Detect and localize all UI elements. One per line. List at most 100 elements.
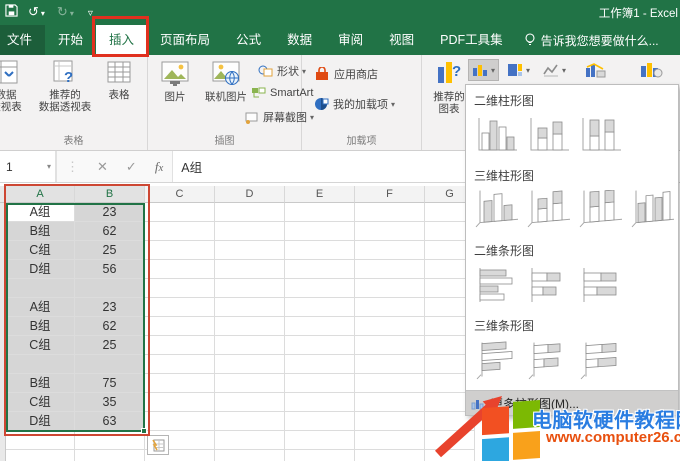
- cell[interactable]: [285, 203, 355, 222]
- cell[interactable]: 25: [75, 336, 145, 355]
- chart-thumb-col2-stacked-icon[interactable]: [525, 114, 571, 154]
- cell[interactable]: [215, 412, 285, 431]
- cell[interactable]: 23: [75, 298, 145, 317]
- cell[interactable]: [75, 431, 145, 450]
- recommended-pivottables-button[interactable]: ? 推荐的 数据透视表: [34, 59, 96, 113]
- cell[interactable]: [355, 374, 425, 393]
- cell[interactable]: 25: [75, 241, 145, 260]
- cell[interactable]: [425, 450, 475, 461]
- cell[interactable]: B组: [6, 222, 75, 241]
- store-button[interactable]: 应用商店: [314, 66, 378, 82]
- cell[interactable]: [145, 260, 215, 279]
- cell[interactable]: B组: [6, 317, 75, 336]
- tab-data[interactable]: 数据: [274, 25, 325, 55]
- cell[interactable]: [145, 298, 215, 317]
- shapes-button[interactable]: 形状▾: [258, 63, 306, 79]
- tab-pdf-tools[interactable]: PDF工具集: [427, 25, 516, 55]
- name-box[interactable]: 1 ▾: [0, 151, 57, 182]
- redo-icon[interactable]: ↻▾: [52, 0, 81, 26]
- cell[interactable]: [215, 222, 285, 241]
- chart-thumb-col3-wide-icon[interactable]: [629, 189, 675, 229]
- cell[interactable]: [285, 222, 355, 241]
- cell[interactable]: [215, 355, 285, 374]
- cell[interactable]: [355, 317, 425, 336]
- chart-thumb-col2-clustered-icon[interactable]: [473, 114, 519, 154]
- cell[interactable]: [215, 317, 285, 336]
- cell[interactable]: B组: [6, 374, 75, 393]
- cell[interactable]: [145, 412, 215, 431]
- table-button[interactable]: 表格: [96, 59, 142, 101]
- cell[interactable]: [215, 298, 285, 317]
- cell[interactable]: [145, 279, 215, 298]
- cell[interactable]: A组: [6, 298, 75, 317]
- cell[interactable]: [355, 450, 425, 461]
- cell[interactable]: [285, 374, 355, 393]
- cell[interactable]: A组: [6, 203, 75, 222]
- cell[interactable]: [355, 393, 425, 412]
- cell[interactable]: [215, 279, 285, 298]
- tab-page-layout[interactable]: 页面布局: [147, 25, 223, 55]
- cell[interactable]: [285, 450, 355, 461]
- cell[interactable]: [355, 222, 425, 241]
- cell[interactable]: [215, 431, 285, 450]
- cell[interactable]: [145, 374, 215, 393]
- menu-item-more-column-charts[interactable]: 更多柱形图(M)...: [466, 390, 678, 415]
- cell[interactable]: C组: [6, 241, 75, 260]
- cell[interactable]: 75: [75, 374, 145, 393]
- column-header-F[interactable]: F: [355, 186, 425, 203]
- tab-view[interactable]: 视图: [376, 25, 427, 55]
- cell[interactable]: 23: [75, 203, 145, 222]
- cell[interactable]: [355, 298, 425, 317]
- chart-thumb-bar2-clustered-icon[interactable]: [473, 264, 519, 304]
- insert-column-chart-button[interactable]: ▾: [468, 59, 499, 81]
- insert-pivotchart-button[interactable]: [637, 59, 667, 81]
- cancel-icon[interactable]: ✕: [88, 159, 117, 175]
- insert-combo-chart-button[interactable]: [582, 59, 610, 81]
- cell[interactable]: [145, 393, 215, 412]
- cell[interactable]: [285, 336, 355, 355]
- cell[interactable]: [145, 336, 215, 355]
- cell[interactable]: [285, 431, 355, 450]
- cell[interactable]: D组: [6, 412, 75, 431]
- tab-file[interactable]: 文件: [0, 25, 45, 55]
- cell[interactable]: [355, 260, 425, 279]
- column-header-A[interactable]: A: [6, 186, 75, 203]
- cell[interactable]: [145, 203, 215, 222]
- tab-home[interactable]: 开始: [45, 25, 96, 55]
- chart-thumb-col3-100-icon[interactable]: [577, 189, 623, 229]
- customize-quick-access-icon[interactable]: ▿: [81, 0, 100, 26]
- online-pictures-button[interactable]: 联机图片: [198, 59, 254, 103]
- cell[interactable]: [355, 279, 425, 298]
- cell[interactable]: [355, 431, 425, 450]
- cell[interactable]: [215, 374, 285, 393]
- cell[interactable]: [6, 279, 75, 298]
- my-addins-button[interactable]: 我的加载项▾: [314, 96, 395, 112]
- cell[interactable]: [285, 317, 355, 336]
- cell[interactable]: 62: [75, 317, 145, 336]
- tab-review[interactable]: 审阅: [325, 25, 376, 55]
- cell[interactable]: [355, 412, 425, 431]
- cell[interactable]: [285, 355, 355, 374]
- tab-insert[interactable]: 插入: [96, 25, 147, 55]
- cell[interactable]: [75, 279, 145, 298]
- cell[interactable]: [285, 412, 355, 431]
- pivottable-button[interactable]: 数据 透视表: [0, 59, 32, 113]
- chart-thumb-col2-100-icon[interactable]: [577, 114, 623, 154]
- cell[interactable]: [215, 336, 285, 355]
- chart-thumb-bar3-clustered-icon[interactable]: [473, 339, 519, 379]
- cell[interactable]: 35: [75, 393, 145, 412]
- tab-formulas[interactable]: 公式: [223, 25, 274, 55]
- cell[interactable]: [215, 260, 285, 279]
- cell[interactable]: 56: [75, 260, 145, 279]
- cell[interactable]: 63: [75, 412, 145, 431]
- column-header-E[interactable]: E: [285, 186, 355, 203]
- column-header-D[interactable]: D: [215, 186, 285, 203]
- cell[interactable]: [145, 317, 215, 336]
- cell[interactable]: [215, 393, 285, 412]
- chart-thumb-col3-stacked-icon[interactable]: [525, 189, 571, 229]
- cell[interactable]: [285, 298, 355, 317]
- chart-thumb-bar3-100-icon[interactable]: [577, 339, 623, 379]
- cell[interactable]: C组: [6, 336, 75, 355]
- cell[interactable]: [285, 279, 355, 298]
- cell[interactable]: [6, 450, 75, 461]
